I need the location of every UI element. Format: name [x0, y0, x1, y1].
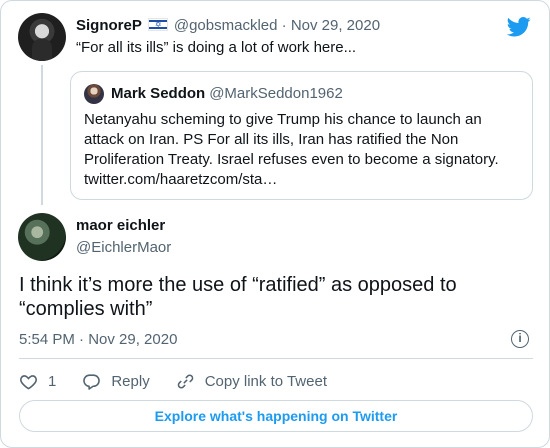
reply-label: Reply [111, 372, 150, 390]
avatar-mark-seddon [84, 84, 104, 104]
quoted-tweet-text: Netanyahu scheming to give Trump his cha… [84, 111, 499, 188]
avatar-maor-eichler[interactable] [18, 213, 66, 261]
info-icon[interactable]: i [511, 330, 529, 348]
thread-connector-line [41, 65, 43, 205]
parent-tweet-text: “For all its ills” is doing a lot of wor… [76, 39, 357, 56]
like-count: 1 [48, 372, 57, 390]
quoted-tweet[interactable]: Mark Seddon @MarkSeddon1962 Netanyahu sch… [70, 71, 533, 200]
tweet-actions: 1 Reply Copy link to Tweet [19, 369, 353, 393]
tweet-embed-card: SignoreP ✡ @gobsmackled · Nov 29, 2020 “Fo… [0, 0, 550, 448]
quoted-author-handle: @MarkSeddon1962 [209, 85, 343, 102]
link-icon [177, 374, 193, 388]
quoted-tweet-header: Mark Seddon @MarkSeddon1962 [111, 85, 343, 102]
reply-icon [83, 373, 101, 390]
parent-tweet-date[interactable]: Nov 29, 2020 [291, 17, 380, 34]
avatar-signorep[interactable] [18, 13, 66, 61]
heart-icon [20, 374, 37, 390]
like-button[interactable]: 1 [19, 372, 56, 391]
parent-separator: · [281, 17, 287, 34]
explore-twitter-button[interactable]: Explore what's happening on Twitter [19, 400, 533, 432]
copy-link-button[interactable]: Copy link to Tweet [176, 372, 327, 391]
parent-tweet-header: SignoreP ✡ @gobsmackled · Nov 29, 2020 [76, 17, 380, 34]
main-tweet-timestamp[interactable]: 5:54 PM · Nov 29, 2020 [19, 331, 177, 348]
quoted-author-name: Mark Seddon [111, 85, 206, 102]
reply-button[interactable]: Reply [82, 372, 150, 391]
israel-flag-icon: ✡ [147, 18, 168, 31]
main-author-name[interactable]: maor eichler [76, 217, 165, 234]
divider [19, 358, 533, 359]
parent-author-handle[interactable]: @gobsmackled [174, 17, 278, 34]
copy-link-label: Copy link to Tweet [204, 372, 327, 390]
twitter-bird-icon[interactable] [507, 17, 531, 37]
main-tweet-text: I think it’s more the use of “ratified” … [19, 274, 457, 320]
main-author-handle[interactable]: @EichlerMaor [76, 239, 171, 256]
parent-author-name[interactable]: SignoreP [76, 17, 142, 34]
